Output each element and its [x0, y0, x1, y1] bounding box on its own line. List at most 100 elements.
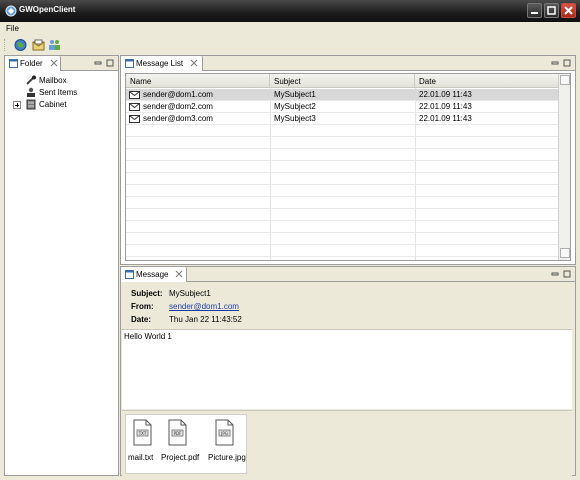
minimize-view-icon[interactable]	[551, 270, 559, 278]
users-icon	[49, 40, 60, 50]
attachment-label: Picture.jpg	[208, 453, 246, 462]
cabinet-expander[interactable]	[13, 101, 21, 109]
message-list-view: Message List Name Subject Date sender@do…	[120, 55, 576, 265]
minimize-view-icon[interactable]	[94, 59, 102, 67]
tab-message-list[interactable]: Message List	[121, 56, 203, 71]
row-subject-cell: MySubject1	[274, 90, 316, 99]
row-date-cell: 22.01.09 11:43	[419, 90, 472, 99]
pdf-file-icon: PDF	[168, 419, 187, 446]
row-date-cell: 22.01.09 11:43	[419, 114, 472, 123]
empty-row	[126, 173, 558, 185]
window-title: GWOpenClient	[19, 5, 76, 14]
message-table: Name Subject Date sender@dom1.com MySubj…	[125, 73, 571, 261]
empty-row	[126, 197, 558, 209]
close-tab-icon[interactable]	[175, 270, 183, 278]
close-icon	[564, 6, 573, 15]
close-tab-icon[interactable]	[190, 59, 198, 67]
empty-row	[126, 161, 558, 173]
from-key: From:	[131, 302, 154, 311]
text-file-icon: TXT	[133, 419, 152, 446]
attachments-panel: TXT mail.txt PDF Project.pdf JPG Picture…	[125, 414, 247, 474]
attachment-label: Project.pdf	[161, 453, 200, 462]
row-subject-cell: MySubject2	[274, 102, 316, 111]
empty-row	[126, 209, 558, 221]
mail-icon	[129, 91, 140, 99]
tab-folder[interactable]: Folder	[5, 56, 61, 71]
subject-value: MySubject1	[169, 289, 211, 298]
close-tab-icon[interactable]	[50, 59, 58, 67]
message-body[interactable]: Hello World 1	[122, 329, 572, 409]
row-date-cell: 22.01.09 11:43	[419, 102, 472, 111]
maximize-button[interactable]	[544, 3, 559, 18]
menu-file[interactable]: File	[6, 24, 19, 33]
message-view-icon	[125, 270, 134, 279]
globe-icon	[14, 39, 27, 51]
attachment-picture-jpg[interactable]: JPG Picture.jpg	[208, 419, 248, 469]
message-view: Message Subject: MySubject1 From: sender…	[120, 266, 576, 476]
table-header: Name Subject Date	[126, 74, 558, 88]
folder-view: Folder Mailbox Sent Items Cabinet	[4, 55, 119, 476]
app-icon	[5, 5, 17, 17]
mailbox-icon	[26, 75, 36, 85]
vertical-scrollbar[interactable]	[558, 74, 570, 260]
message-body-text: Hello World 1	[124, 332, 172, 341]
maximize-view-icon[interactable]	[563, 59, 571, 67]
svg-text:JPG: JPG	[220, 431, 228, 436]
column-header-subject[interactable]: Subject	[270, 74, 415, 88]
empty-row	[126, 245, 558, 257]
column-header-date[interactable]: Date	[415, 74, 558, 88]
mailbox-icon	[32, 39, 45, 51]
scroll-up-button[interactable]	[560, 75, 570, 85]
toolbar-globe-button[interactable]	[13, 38, 28, 52]
table-row[interactable]: sender@dom3.com MySubject3 22.01.09 11:4…	[126, 113, 558, 125]
row-subject-cell: MySubject3	[274, 114, 316, 123]
svg-text:TXT: TXT	[138, 431, 147, 436]
empty-row	[126, 221, 558, 233]
tab-message[interactable]: Message	[121, 267, 187, 282]
svg-text:PDF: PDF	[174, 431, 182, 436]
folder-tab-strip: Folder	[5, 56, 118, 71]
maximize-view-icon[interactable]	[563, 270, 571, 278]
folder-item-label: Mailbox	[39, 76, 67, 85]
attachment-mail-txt[interactable]: TXT mail.txt	[128, 419, 154, 469]
attachments-area: TXT mail.txt PDF Project.pdf JPG Picture…	[122, 410, 572, 476]
from-link[interactable]: sender@dom1.com	[169, 302, 239, 311]
tab-message-list-label: Message List	[136, 59, 184, 68]
date-value: Thu Jan 22 11:43:52	[169, 315, 242, 324]
folder-view-icon	[9, 59, 18, 68]
toolbar-mailbox-button[interactable]	[31, 38, 46, 52]
menu-bar: File	[0, 22, 580, 36]
empty-row	[126, 125, 558, 137]
scroll-down-button[interactable]	[560, 248, 570, 258]
cabinet-icon	[26, 99, 36, 110]
toolbar	[0, 36, 580, 54]
minimize-button[interactable]	[527, 3, 542, 18]
empty-row	[126, 149, 558, 161]
tab-message-label: Message	[136, 270, 169, 279]
sent-items-icon	[27, 87, 35, 97]
toolbar-users-button[interactable]	[47, 38, 62, 52]
folder-item-label: Sent Items	[39, 88, 78, 97]
message-list-tab-strip: Message List	[121, 56, 575, 71]
sender-text: sender@dom2.com	[143, 102, 213, 111]
tab-folder-label: Folder	[20, 59, 43, 68]
column-header-name[interactable]: Name	[126, 74, 270, 88]
message-list-view-icon	[125, 59, 134, 68]
subject-key: Subject:	[131, 289, 163, 298]
maximize-icon	[547, 6, 556, 15]
toolbar-grip	[4, 39, 7, 51]
minimize-view-icon[interactable]	[551, 59, 559, 67]
sender-text: sender@dom3.com	[143, 114, 213, 123]
table-row[interactable]: sender@dom2.com MySubject2 22.01.09 11:4…	[126, 101, 558, 113]
date-key: Date:	[131, 315, 152, 324]
empty-row	[126, 137, 558, 149]
minimize-icon	[531, 12, 538, 14]
sender-text: sender@dom1.com	[143, 90, 213, 99]
mail-icon	[129, 115, 140, 123]
close-window-button[interactable]	[561, 3, 576, 18]
image-file-icon: JPG	[215, 419, 234, 446]
attachment-project-pdf[interactable]: PDF Project.pdf	[161, 419, 201, 469]
title-bar: GWOpenClient	[0, 0, 580, 22]
table-row[interactable]: sender@dom1.com MySubject1 22.01.09 11:4…	[126, 89, 558, 101]
maximize-view-icon[interactable]	[106, 59, 114, 67]
